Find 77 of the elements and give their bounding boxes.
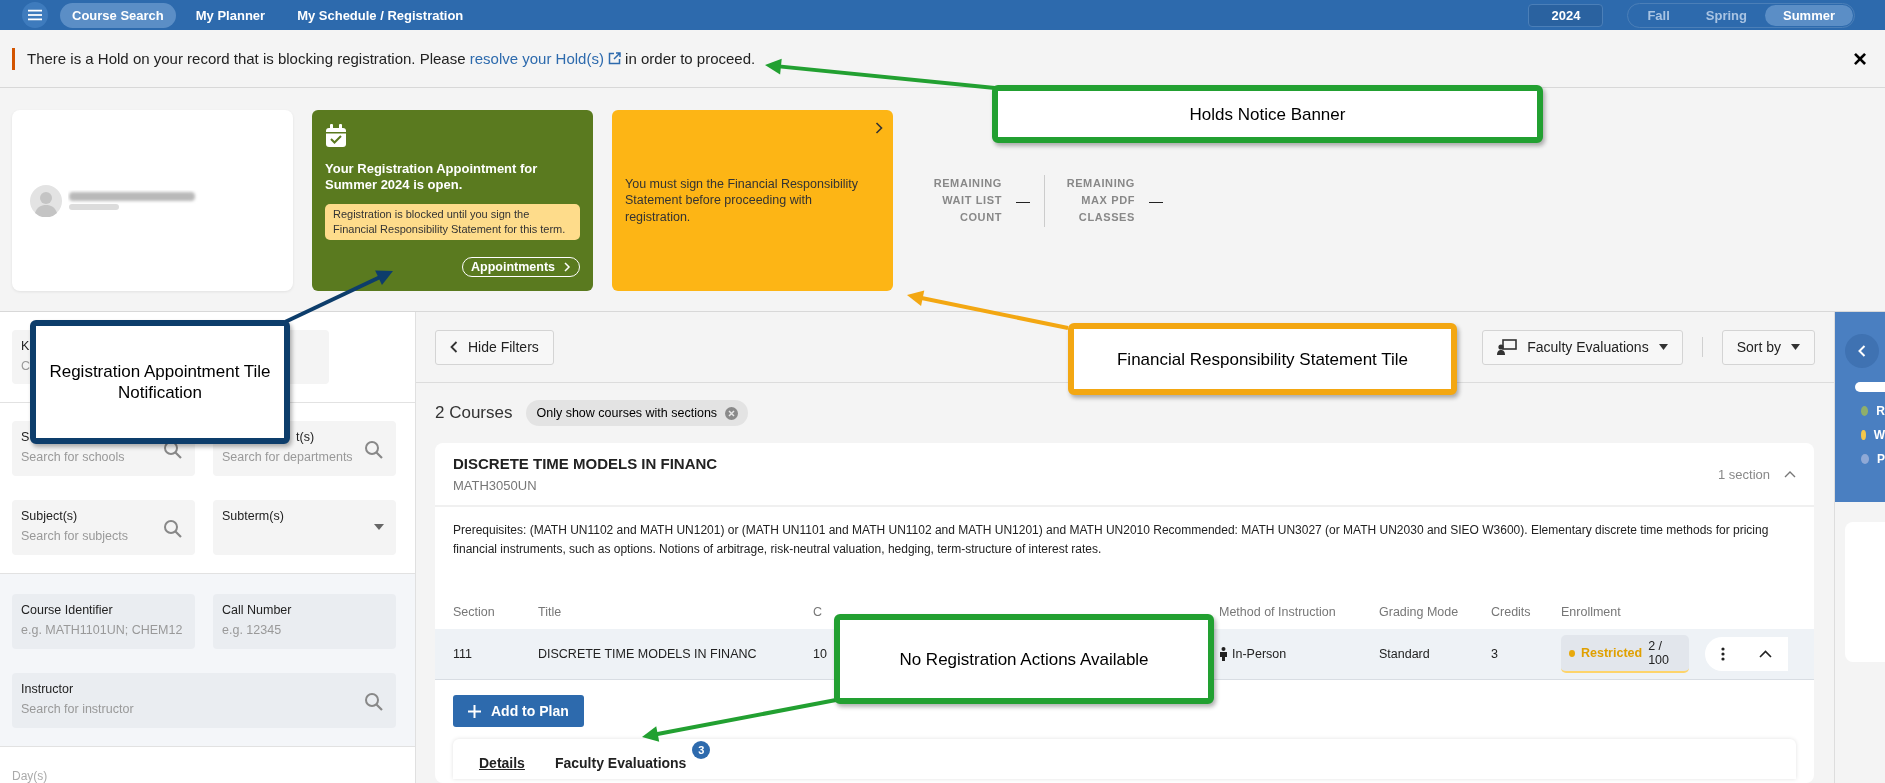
sort-button[interactable]: Sort by [1721, 329, 1815, 365]
chevron-left-icon [1858, 345, 1866, 357]
collapse-icon[interactable] [1759, 650, 1772, 658]
field-label: Subterm(s) [222, 509, 284, 523]
field-label: Subject(s) [21, 509, 78, 523]
column-header: Grading Mode [1379, 605, 1459, 619]
resolve-holds-link[interactable]: resolve your Hold(s) [469, 50, 621, 67]
avatar-icon [30, 184, 62, 217]
filter-chip[interactable]: Only show courses with sections [526, 400, 749, 426]
caret-down-icon [1791, 344, 1800, 350]
nav-tab[interactable]: My Schedule / Registration [285, 2, 476, 28]
legend-label: R [1876, 404, 1885, 418]
stat-label: REMAINING MAX PDF CLASSES [1065, 176, 1135, 225]
section-count: 1 section [1717, 466, 1770, 482]
field-label: S [21, 430, 30, 444]
year-select[interactable]: 2024 [1528, 3, 1604, 27]
chevron-right-icon [875, 122, 883, 134]
callout-text: Financial Responsibility Statement Tile [1117, 348, 1408, 370]
notice-tile[interactable]: You must sign the Financial Responsibility Statement before proceeding with registration. [612, 110, 893, 291]
field-label: t(s) [296, 430, 315, 444]
stat-value: — [1149, 192, 1163, 209]
calendar-check-icon [325, 124, 347, 148]
detail-tab[interactable]: Faculty Evaluations 3 [554, 739, 711, 771]
column-header: Title [538, 605, 562, 619]
course-title: DISCRETE TIME MODELS IN FINANC [453, 455, 719, 472]
legend-label: P [1877, 452, 1885, 466]
chevron-left-icon [450, 341, 458, 353]
search-field[interactable]: Instructor Search for instructor [12, 673, 396, 728]
person-icon [1219, 647, 1228, 661]
panel-field[interactable] [1855, 382, 1885, 392]
plus-icon [468, 704, 481, 718]
table-cell: In-Person [1232, 647, 1287, 661]
input-field[interactable]: Call Number e.g. 12345 [213, 594, 396, 649]
search-icon [364, 440, 384, 460]
presenter-icon [1497, 339, 1518, 355]
table-cell: 10 [813, 647, 827, 661]
search-icon [163, 519, 183, 539]
tile-title: Your Registration Appointment for Summer 2024 is open. [325, 161, 539, 193]
legend-label: W [1873, 428, 1885, 442]
select-field[interactable]: Subterm(s) [213, 500, 396, 555]
external-link-icon [607, 52, 621, 65]
search-icon [364, 692, 384, 712]
clear-icon [725, 406, 739, 420]
search-field[interactable]: Subject(s) Search for subjects [12, 500, 195, 555]
input-field[interactable]: Course Identifier e.g. MATH1101UN; CHEM12 [12, 594, 195, 649]
caret-down-icon [374, 524, 384, 530]
hide-filters-button[interactable]: Hide Filters [435, 329, 554, 365]
add-to-plan-button[interactable]: Add to Plan [453, 695, 584, 727]
days-label: Day(s) [12, 769, 49, 783]
hold-message: There is a Hold on your record that is blocking registration. Please resolve your Hold(s) in order to proceed. [27, 50, 756, 67]
stat-label: REMAINING WAIT LIST COUNT [932, 176, 1002, 225]
tile-text: You must sign the Financial Responsibility Statement before proceeding with registration. [625, 175, 859, 226]
close-button[interactable]: × [1847, 46, 1873, 71]
detail-tab[interactable]: Details [479, 739, 525, 771]
tile-warning: Registration is blocked until you sign the Financial Responsibility Statement for this term. [325, 204, 580, 240]
nav-tab[interactable]: My Planner [183, 2, 278, 28]
column-header: Method of Instruction [1219, 605, 1336, 619]
faculty-evaluations-button[interactable]: Faculty Evaluations [1482, 329, 1683, 365]
menu-icon[interactable] [22, 2, 48, 28]
column-header: Credits [1491, 605, 1531, 619]
table-cell: DISCRETE TIME MODELS IN FINANC [538, 647, 757, 661]
chevron-right-icon [563, 262, 571, 272]
table-cell: 111 [453, 647, 472, 661]
callout-text: Holds Notice Banner [1189, 103, 1346, 125]
course-count: 2 Courses [435, 403, 513, 423]
column-header: Enrollment [1561, 605, 1621, 619]
more-icon[interactable] [1721, 647, 1725, 661]
course-description: Prerequisites: (MATH UN1102 and MATH UN1201) or (MATH UN1101 and MATH UN1102 and MATH UN1201) and MATH UN2010 Recommended: MATH UN3027 (or MATH UN2030 and SIEO W3600). Elementary discrete time methods for pricing financial instruments, such as options. Notions of arbitrage, risk-neutral valuation, hedging, term-structure of interest rates. [453, 522, 1770, 558]
table-cell: Standard [1379, 647, 1430, 661]
course-code: MATH3050UN [453, 478, 538, 493]
callout-text: No Registration Actions Available [899, 648, 1149, 670]
column-header: C [813, 605, 823, 619]
table-cell: 3 [1491, 647, 1498, 661]
column-header: Section [453, 605, 495, 619]
caret-down-icon [1658, 344, 1668, 350]
stat-value: — [1016, 192, 1030, 209]
callout-text: Registration Appointment Tile Notification [48, 361, 272, 403]
